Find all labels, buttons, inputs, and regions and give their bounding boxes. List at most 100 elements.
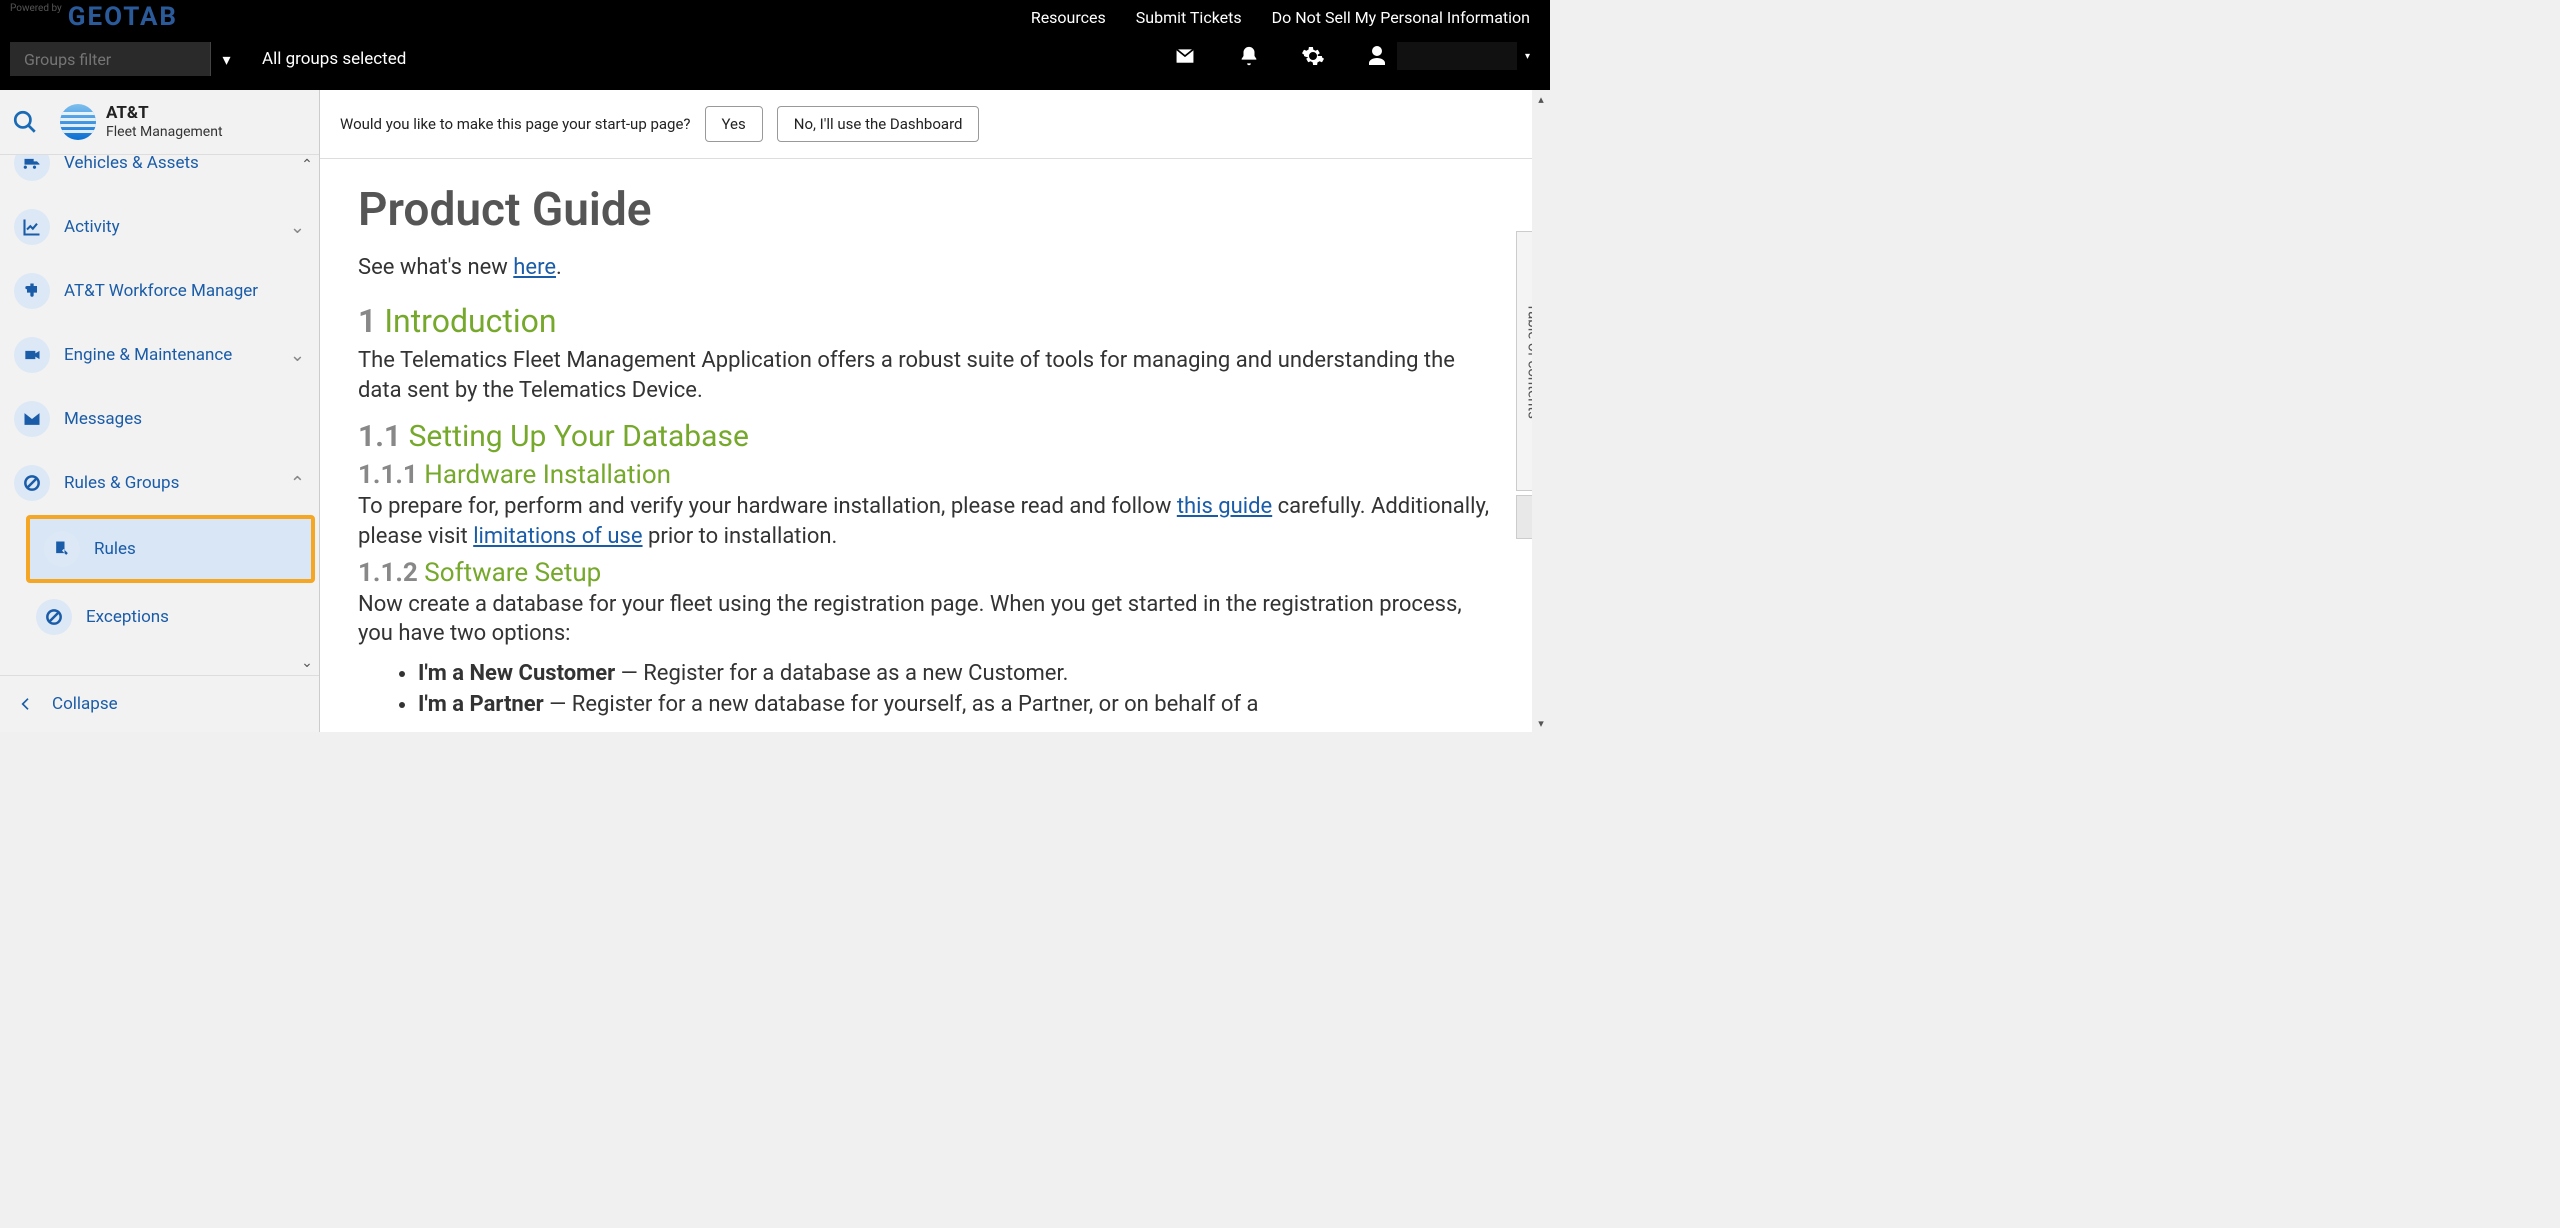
att-logo-icon — [60, 104, 96, 140]
scroll-track[interactable] — [1532, 108, 1550, 714]
envelope-icon[interactable] — [1173, 44, 1197, 68]
chevron-down-icon: ⌄ — [290, 345, 305, 366]
section-1-1-2-body: Now create a database for your fleet usi… — [358, 590, 1490, 649]
section-1-body: The Telematics Fleet Management Applicat… — [358, 346, 1490, 405]
startup-no-button[interactable]: No, I'll use the Dashboard — [777, 106, 980, 142]
whats-new-link[interactable]: here — [513, 255, 556, 280]
li1-bold: I'm a New Customer — [418, 661, 615, 686]
scroll-down-arrow-icon[interactable]: ▾ — [1532, 714, 1550, 732]
camera-icon — [14, 337, 50, 373]
section-1-1-2-num: 1.1.2 — [358, 558, 424, 588]
whatsnew-suffix: . — [556, 255, 562, 280]
section-1-1-title: Setting Up Your Database — [409, 419, 749, 454]
nosign-icon — [36, 599, 72, 635]
sidebar-header: AT&T Fleet Management — [0, 90, 319, 155]
link-resources[interactable]: Resources — [1031, 8, 1106, 27]
nav-label: AT&T Workforce Manager — [64, 281, 258, 301]
bell-icon[interactable] — [1237, 44, 1261, 68]
document-edit-icon — [44, 531, 80, 567]
rules-highlight-box: Rules — [26, 515, 315, 583]
li1-rest: — Register for a database as a new Custo… — [615, 661, 1068, 686]
caret-down-icon: ▾ — [1525, 51, 1530, 62]
top-bar: Powered by GEOTAB Resources Submit Ticke… — [0, 0, 1550, 90]
list-item: I'm a Partner — Register for a new datab… — [418, 690, 1490, 721]
nav-label: Messages — [64, 409, 142, 429]
groups-selected-label: All groups selected — [262, 49, 406, 69]
whatsnew-prefix: See what's new — [358, 255, 513, 280]
this-guide-link[interactable]: this guide — [1177, 494, 1272, 519]
caret-down-icon: ▾ — [222, 50, 230, 69]
vertical-scrollbar[interactable]: ▴ ▾ — [1532, 90, 1550, 732]
section-1-1-2-title: Software Setup — [424, 558, 601, 588]
whats-new-line: See what's new here. — [358, 255, 1490, 280]
nav-label: Rules & Groups — [64, 473, 179, 493]
link-do-not-sell[interactable]: Do Not Sell My Personal Information — [1272, 8, 1530, 27]
search-button[interactable] — [12, 109, 38, 135]
sidebar-item-vehicles-assets[interactable]: Vehicles & Assets — [0, 155, 319, 195]
main-wrap: AT&T Fleet Management ⌃ Vehicles & Asset… — [0, 90, 1550, 732]
link-submit-tickets[interactable]: Submit Tickets — [1136, 8, 1242, 27]
chevron-left-icon — [18, 696, 34, 712]
startup-prompt-text: Would you like to make this page your st… — [340, 115, 691, 133]
top-links: Resources Submit Tickets Do Not Sell My … — [1031, 8, 1530, 27]
gear-icon[interactable] — [1301, 44, 1325, 68]
document-area: Product Guide See what's new here. 1 Int… — [320, 159, 1550, 732]
collapse-sidebar-button[interactable]: Collapse — [0, 675, 319, 732]
chevron-up-icon: ⌃ — [290, 473, 305, 494]
sidebar-item-messages[interactable]: Messages — [0, 387, 319, 451]
groups-filter: ▾ All groups selected — [10, 42, 406, 76]
user-menu[interactable]: ▾ — [1365, 42, 1530, 70]
user-icon — [1365, 44, 1389, 68]
user-name-box — [1397, 42, 1517, 70]
page-title: Product Guide — [358, 183, 1490, 237]
section-1-1-1-num: 1.1.1 — [358, 460, 424, 490]
scroll-up-arrow-icon[interactable]: ▴ — [1532, 90, 1550, 108]
section-1-1-num: 1.1 — [358, 419, 409, 454]
nav-label: Rules — [94, 539, 136, 559]
software-setup-options-list: I'm a New Customer — Register for a data… — [418, 659, 1490, 721]
rules-groups-submenu: Rules Exceptions — [0, 515, 319, 647]
brand-block: AT&T Fleet Management — [60, 104, 223, 140]
section-1-title: Introduction — [384, 302, 556, 340]
sidebar-item-rules-groups[interactable]: Rules & Groups ⌃ — [0, 451, 319, 515]
collapse-label: Collapse — [52, 694, 118, 714]
section-1-1-heading: 1.1 Setting Up Your Database — [358, 419, 1490, 454]
content-area: Would you like to make this page your st… — [320, 90, 1550, 732]
nav-scroll-down[interactable]: ⌄ — [299, 655, 315, 671]
s111-body-c: prior to installation. — [643, 524, 838, 549]
section-1-1-1-title: Hardware Installation — [424, 460, 671, 490]
nav-list: ⌃ Vehicles & Assets Activity ⌄ AT&T Work… — [0, 155, 319, 675]
sidebar-item-engine-maintenance[interactable]: Engine & Maintenance ⌄ — [0, 323, 319, 387]
li2-bold: I'm a Partner — [418, 692, 544, 717]
section-1-num: 1 — [358, 302, 384, 340]
brand-line2: Fleet Management — [106, 124, 223, 140]
section-1-heading: 1 Introduction — [358, 302, 1490, 340]
brand-line1: AT&T — [106, 104, 223, 124]
powered-by-label: Powered by — [10, 4, 62, 14]
nav-label: Exceptions — [86, 607, 169, 627]
groups-filter-dropdown[interactable]: ▾ — [210, 42, 242, 76]
brand-text: AT&T Fleet Management — [106, 104, 223, 140]
limitations-of-use-link[interactable]: limitations of use — [473, 524, 642, 549]
s111-body-a: To prepare for, perform and verify your … — [358, 494, 1177, 519]
section-1-1-1-heading: 1.1.1 Hardware Installation — [358, 460, 1490, 490]
nosign-icon — [14, 465, 50, 501]
startup-yes-button[interactable]: Yes — [705, 106, 763, 142]
truck-icon — [14, 155, 50, 181]
sidebar-item-workforce-manager[interactable]: AT&T Workforce Manager — [0, 259, 319, 323]
search-icon — [12, 109, 38, 135]
geotab-logo: GEOTAB — [68, 2, 178, 32]
groups-filter-input[interactable] — [10, 42, 210, 76]
startup-prompt-bar: Would you like to make this page your st… — [320, 90, 1550, 159]
sidebar-subitem-exceptions[interactable]: Exceptions — [22, 587, 319, 647]
li2-rest: — Register for a new database for yourse… — [544, 692, 1259, 717]
chevron-down-icon: ⌄ — [290, 217, 305, 238]
puzzle-icon — [14, 273, 50, 309]
sidebar: AT&T Fleet Management ⌃ Vehicles & Asset… — [0, 90, 320, 732]
sidebar-item-activity[interactable]: Activity ⌄ — [0, 195, 319, 259]
chart-icon — [14, 209, 50, 245]
sidebar-subitem-rules[interactable]: Rules — [30, 519, 311, 579]
list-item: I'm a New Customer — Register for a data… — [418, 659, 1490, 690]
envelope-icon — [14, 401, 50, 437]
nav-label: Vehicles & Assets — [64, 155, 199, 173]
